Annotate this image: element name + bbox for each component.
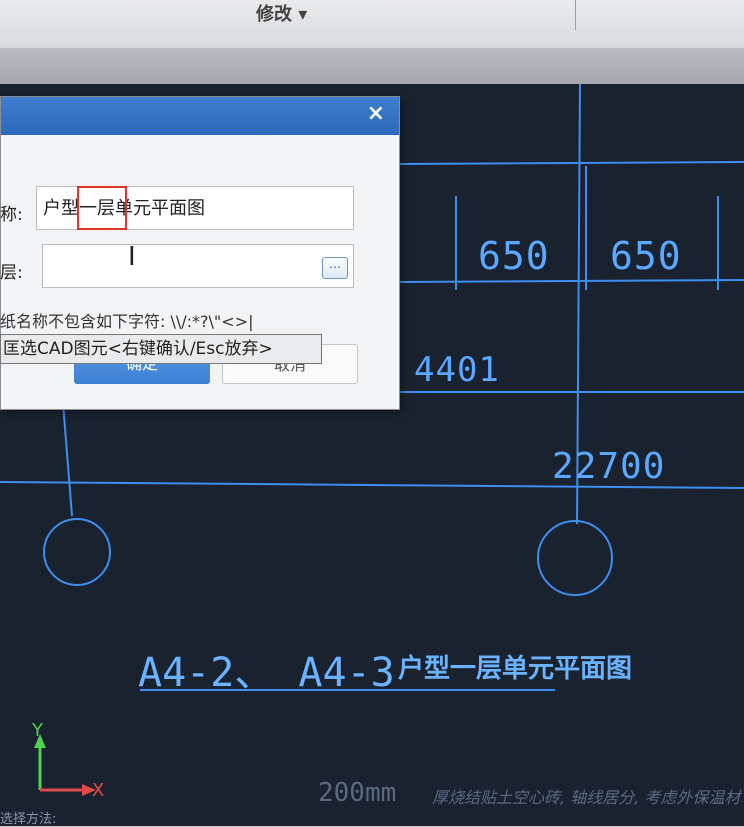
ucs-x-label: X (92, 780, 105, 801)
floor-input[interactable] (42, 244, 354, 288)
floor-label: 层: (0, 263, 23, 283)
scale-text: 200mm (318, 778, 397, 808)
ribbon-gap (0, 48, 744, 84)
dim-line-mid (397, 279, 744, 283)
note-text: 厚烧结贴土空心砖, 轴线居分, 考虑外保温材料 (432, 788, 742, 807)
name-label: 称: (0, 205, 23, 225)
axis-bubble-left (43, 518, 111, 586)
drawing-title-prefix: A4-2、 A4-3 (138, 650, 395, 696)
invalid-chars-hint: 纸名称不包含如下字符: \\/:*?\"<>| (0, 312, 254, 331)
text-cursor-icon: I (128, 242, 136, 272)
axis-bubble-right (537, 520, 613, 596)
dialog-titlebar[interactable]: × (1, 97, 399, 135)
dim-22700: 22700 (552, 446, 666, 487)
ucs-y-label: Y (32, 720, 43, 741)
drawing-title-name: 户型一层单元平面图 (398, 654, 633, 684)
footer-text: 选择方法: (0, 812, 57, 827)
close-icon[interactable]: × (367, 101, 385, 126)
dim-650-b: 650 (610, 234, 682, 278)
highlight-box (77, 186, 127, 230)
dim-4401: 4401 (414, 350, 500, 390)
toolbar-separator (575, 0, 576, 30)
selection-tooltip: 匡选CAD图元<右键确认/Esc放弃> (0, 334, 322, 364)
dim-650-a: 650 (478, 234, 550, 278)
modify-menu[interactable]: 修改 ▾ (256, 0, 307, 26)
dim-line-top (397, 161, 744, 165)
top-toolbar: 修改 ▾ (0, 0, 744, 49)
browse-button[interactable]: ⋯ (322, 257, 348, 279)
